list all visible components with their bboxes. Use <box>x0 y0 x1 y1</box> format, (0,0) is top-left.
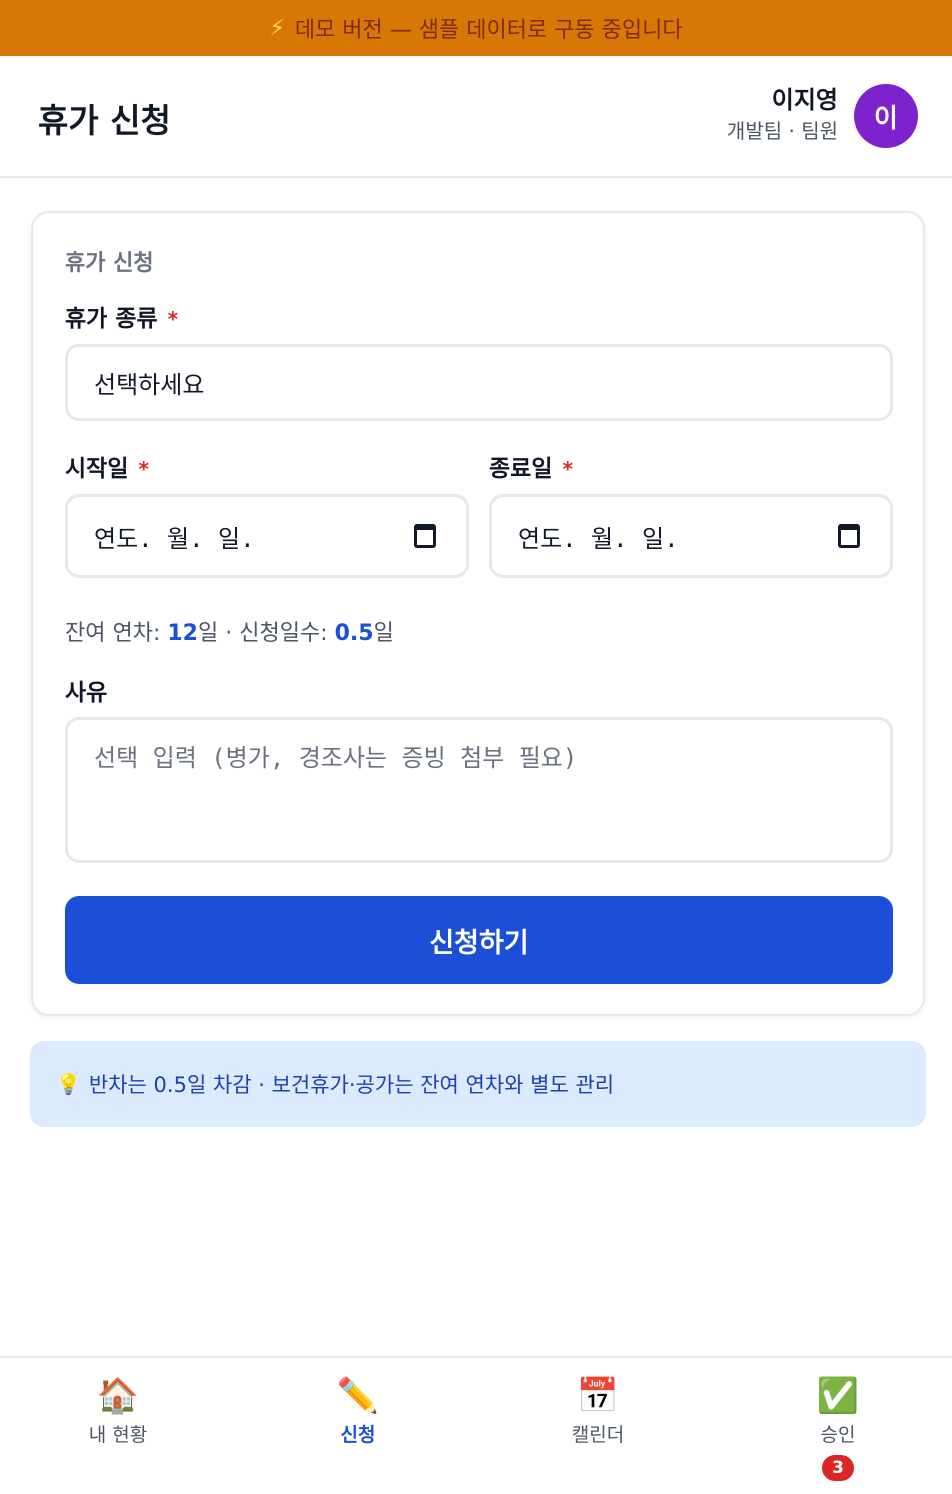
info-tip: 💡 반차는 0.5일 차감 · 보건휴가·공가는 잔여 연차와 별도 관리 <box>30 1041 926 1127</box>
bottom-tab-bar: 🏠 내 현황 ✏️ 신청 📅 캘린더 ✅ 승인 3 <box>0 1356 952 1494</box>
required-mark: * <box>138 457 149 481</box>
submit-button[interactable]: 신청하기 <box>65 896 893 984</box>
calendar-icon[interactable] <box>838 524 860 548</box>
start-date-placeholder: 연도. 월. 일. <box>94 524 255 553</box>
leave-type-label-text: 휴가 종류 <box>65 306 158 332</box>
demo-banner: ⚡ 데모 버전 — 샘플 데이터로 구동 중입니다 <box>0 0 952 56</box>
end-date-label: 종료일 * <box>489 449 573 483</box>
pencil-icon: ✏️ <box>336 1376 380 1416</box>
demo-banner-text: 데모 버전 — 샘플 데이터로 구동 중입니다 <box>294 18 683 43</box>
leave-balance-info: 잔여 연차: 12일 · 신청일수: 0.5일 <box>65 615 394 647</box>
lightning-icon: ⚡ <box>269 15 285 41</box>
start-date-input[interactable]: 연도. 월. 일. <box>65 494 469 578</box>
tab-label: 신청 <box>340 1424 376 1446</box>
request-days-unit: 일 <box>373 621 394 646</box>
balance-label: 잔여 연차: <box>65 621 168 646</box>
approval-count-badge: 3 <box>822 1455 854 1481</box>
balance-unit: 일 <box>197 621 219 646</box>
tab-label: 캘린더 <box>571 1424 625 1446</box>
info-separator: · <box>218 621 240 646</box>
reason-label: 사유 <box>65 680 108 706</box>
end-date-input[interactable]: 연도. 월. 일. <box>489 494 893 578</box>
tab-approval[interactable]: ✅ 승인 3 <box>768 1374 908 1481</box>
user-info: 이지영 개발팀 · 팀원 <box>727 84 838 146</box>
leave-type-label: 휴가 종류 * <box>65 299 178 333</box>
lightbulb-icon: 💡 <box>56 1072 81 1096</box>
balance-value: 12 <box>167 621 198 646</box>
reason-textarea[interactable]: 선택 입력 (병가, 경조사는 증빙 첨부 필요) <box>65 717 893 863</box>
request-days-label: 신청일수: <box>239 621 335 646</box>
tab-my-status[interactable]: 🏠 내 현황 <box>48 1374 188 1447</box>
request-days-value: 0.5 <box>334 621 374 646</box>
start-date-label: 시작일 * <box>65 449 149 483</box>
app-header: 휴가 신청 이지영 개발팀 · 팀원 이 <box>0 56 952 178</box>
leave-type-select[interactable]: 선택하세요 <box>65 344 893 421</box>
end-date-placeholder: 연도. 월. 일. <box>518 524 679 553</box>
check-icon: ✅ <box>816 1376 860 1416</box>
leave-request-card: 휴가 신청 휴가 종류 * 선택하세요 시작일 * 종료일 * 연도. 월. 일. 연… <box>31 211 925 1016</box>
required-mark: * <box>562 457 573 481</box>
tab-request[interactable]: ✏️ 신청 <box>288 1374 428 1447</box>
calendar-icon[interactable] <box>414 524 436 548</box>
user-meta: 개발팀 · 팀원 <box>726 119 838 143</box>
calendar-icon: 📅 <box>576 1376 620 1416</box>
user-name: 이지영 <box>771 86 838 114</box>
required-mark: * <box>167 307 179 331</box>
card-title: 휴가 신청 <box>65 251 154 276</box>
house-icon: 🏠 <box>96 1376 140 1416</box>
tab-label: 승인 <box>820 1424 856 1446</box>
tab-label: 내 현황 <box>88 1424 148 1446</box>
tab-calendar[interactable]: 📅 캘린더 <box>528 1374 668 1447</box>
tip-text: 반차는 0.5일 차감 · 보건휴가·공가는 잔여 연차와 별도 관리 <box>88 1073 615 1097</box>
end-date-label-text: 종료일 <box>489 456 553 482</box>
avatar[interactable]: 이 <box>854 84 918 148</box>
start-date-label-text: 시작일 <box>65 456 129 482</box>
page-title: 휴가 신청 <box>38 101 171 140</box>
